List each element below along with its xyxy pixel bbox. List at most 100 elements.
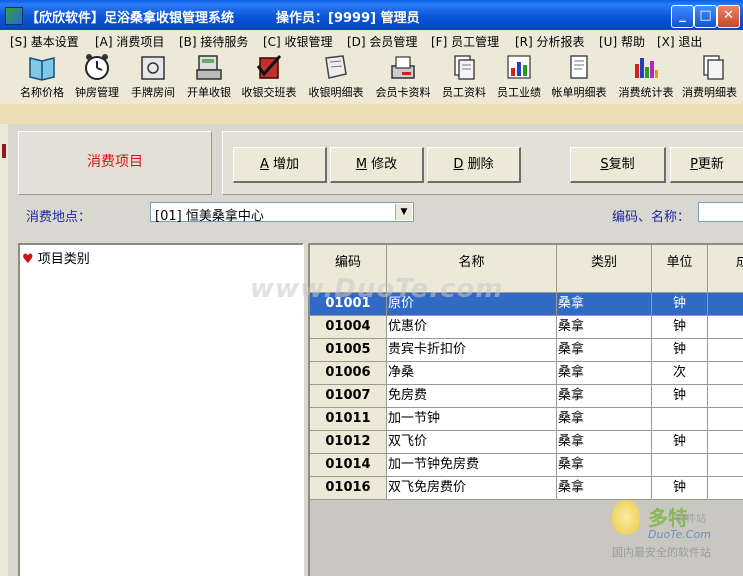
cell-category[interactable]: 桑拿 <box>557 293 652 316</box>
tool-consumption-stats[interactable]: 消费统计表 <box>614 52 678 102</box>
menu-exit[interactable]: [X] 退出 <box>657 33 702 50</box>
cell-category[interactable]: 桑拿 <box>557 431 652 454</box>
tool-label: 消费明细表 <box>682 86 737 99</box>
cell-code[interactable]: 01004 <box>310 316 387 339</box>
cell-name[interactable]: 加一节钟免房费 <box>387 454 557 477</box>
left-edge <box>0 124 8 576</box>
cell-code[interactable]: 01005 <box>310 339 387 362</box>
tool-hand-room[interactable]: 手牌房间 <box>126 52 180 102</box>
cell-category[interactable]: 桑拿 <box>557 316 652 339</box>
menu-staff[interactable]: [F] 员工管理 <box>431 33 499 50</box>
cell-name[interactable]: 双飞免房费价 <box>387 477 557 500</box>
column-header-cost[interactable]: 成 <box>708 245 743 293</box>
update-button[interactable]: P更新 <box>670 147 743 183</box>
tool-staff-info[interactable]: 员工资料 <box>438 52 490 102</box>
cell-cost[interactable] <box>708 293 743 316</box>
cell-unit[interactable]: 钟 <box>652 431 708 454</box>
column-header-unit[interactable]: 单位 <box>652 245 708 293</box>
search-label: 编码、名称： <box>612 210 691 225</box>
menu-cashier[interactable]: [C] 收银管理 <box>263 33 333 50</box>
tool-clock-room[interactable]: 钟房管理 <box>70 52 124 102</box>
menu-reports[interactable]: [R] 分析报表 <box>515 33 585 50</box>
cell-cost[interactable] <box>708 316 743 339</box>
cell-unit[interactable]: 钟 <box>652 339 708 362</box>
search-input[interactable] <box>698 202 743 222</box>
cell-cost[interactable] <box>708 385 743 408</box>
column-header-category[interactable]: 类别 <box>557 245 652 293</box>
cell-cost[interactable] <box>708 454 743 477</box>
cell-code[interactable]: 01007 <box>310 385 387 408</box>
delete-button-label: 删除 <box>467 157 494 172</box>
copy-button-label: 复制 <box>608 157 635 172</box>
cell-cost[interactable] <box>708 339 743 362</box>
cell-unit[interactable]: 钟 <box>652 385 708 408</box>
cell-category[interactable]: 桑拿 <box>557 339 652 362</box>
tool-label: 手牌房间 <box>131 86 175 99</box>
cell-name[interactable]: 净桑 <box>387 362 557 385</box>
minimize-button[interactable]: _ <box>671 5 694 28</box>
edit-button[interactable]: M 修改 <box>330 147 424 183</box>
cell-code[interactable]: 01012 <box>310 431 387 454</box>
cell-name[interactable]: 优惠价 <box>387 316 557 339</box>
add-button[interactable]: A 增加 <box>233 147 327 183</box>
safe-icon <box>141 56 165 80</box>
cell-name[interactable]: 加一节钟 <box>387 408 557 431</box>
delete-button[interactable]: D 删除 <box>427 147 521 183</box>
document-stack-icon <box>702 55 724 80</box>
tool-label: 会员卡资料 <box>375 86 431 99</box>
cell-code[interactable]: 01006 <box>310 362 387 385</box>
app-icon <box>5 7 23 25</box>
cell-cost[interactable] <box>708 431 743 454</box>
watermark-brand-sub: 软件站 <box>676 514 706 525</box>
menu-consumption-items[interactable]: [A] 消费项目 <box>95 33 164 50</box>
tool-cashier-detail[interactable]: 收银明细表 <box>304 52 368 102</box>
copy-button[interactable]: S复制 <box>570 147 666 183</box>
location-select[interactable]: [01] 恒美桑拿中心 ▼ <box>150 202 414 224</box>
cell-unit[interactable]: 次 <box>652 362 708 385</box>
cell-code[interactable]: 01014 <box>310 454 387 477</box>
cell-category[interactable]: 桑拿 <box>557 408 652 431</box>
tool-bill-detail[interactable]: 帐单明细表 <box>548 52 610 102</box>
cell-cost[interactable] <box>708 408 743 431</box>
add-button-label: 增加 <box>273 157 300 172</box>
menu-members[interactable]: [D] 会员管理 <box>347 33 417 50</box>
cell-category[interactable]: 桑拿 <box>557 454 652 477</box>
tool-shift-report[interactable]: 收银交班表 <box>238 52 300 102</box>
cell-code[interactable]: 01016 <box>310 477 387 500</box>
cell-category[interactable]: 桑拿 <box>557 477 652 500</box>
menu-reception[interactable]: [B] 接待服务 <box>179 33 248 50</box>
cash-register-icon <box>196 55 222 80</box>
title-bar[interactable]: 【欣欣软件】足浴桑拿收银管理系统 操作员：[9999] 管理员 _ □ ✕ <box>0 0 743 30</box>
cell-unit[interactable] <box>652 454 708 477</box>
tool-name-price[interactable]: 名称价格 <box>16 52 68 102</box>
window-title: 【欣欣软件】足浴桑拿收银管理系统 <box>26 11 235 26</box>
tool-label: 钟房管理 <box>75 86 119 99</box>
location-select-value: [01] 恒美桑拿中心 <box>155 209 264 224</box>
cell-category[interactable]: 桑拿 <box>557 385 652 408</box>
cell-name[interactable]: 免房费 <box>387 385 557 408</box>
cell-unit[interactable] <box>652 408 708 431</box>
menu-basic-settings[interactable]: [S] 基本设置 <box>10 33 79 50</box>
cell-code[interactable]: 01011 <box>310 408 387 431</box>
watermark-text: www.DuoTe.com <box>250 274 504 304</box>
cell-unit[interactable]: 钟 <box>652 293 708 316</box>
copy-button-key: S <box>600 157 609 172</box>
tool-staff-performance[interactable]: 员工业绩 <box>493 52 545 102</box>
cell-unit[interactable]: 钟 <box>652 477 708 500</box>
watermark-tagline: 国内最安全的软件站 <box>612 546 711 559</box>
cell-category[interactable]: 桑拿 <box>557 362 652 385</box>
cell-unit[interactable]: 钟 <box>652 316 708 339</box>
cell-cost[interactable] <box>708 362 743 385</box>
maximize-button[interactable]: □ <box>694 5 717 28</box>
tree-root-node[interactable]: ♥ 项目类别 <box>22 248 90 267</box>
tool-consumption-detail[interactable]: 消费明细表 <box>682 52 743 102</box>
tool-member-card[interactable]: 会员卡资料 <box>372 52 434 102</box>
cell-name[interactable]: 双飞价 <box>387 431 557 454</box>
dropdown-arrow-icon[interactable]: ▼ <box>395 204 412 220</box>
close-button[interactable]: ✕ <box>717 5 740 28</box>
menu-help[interactable]: [U] 帮助 <box>599 33 645 50</box>
cell-cost[interactable] <box>708 477 743 500</box>
tool-open-cashier[interactable]: 开单收银 <box>182 52 236 102</box>
cell-name[interactable]: 贵宾卡折扣价 <box>387 339 557 362</box>
tool-label: 帐单明细表 <box>551 86 607 99</box>
